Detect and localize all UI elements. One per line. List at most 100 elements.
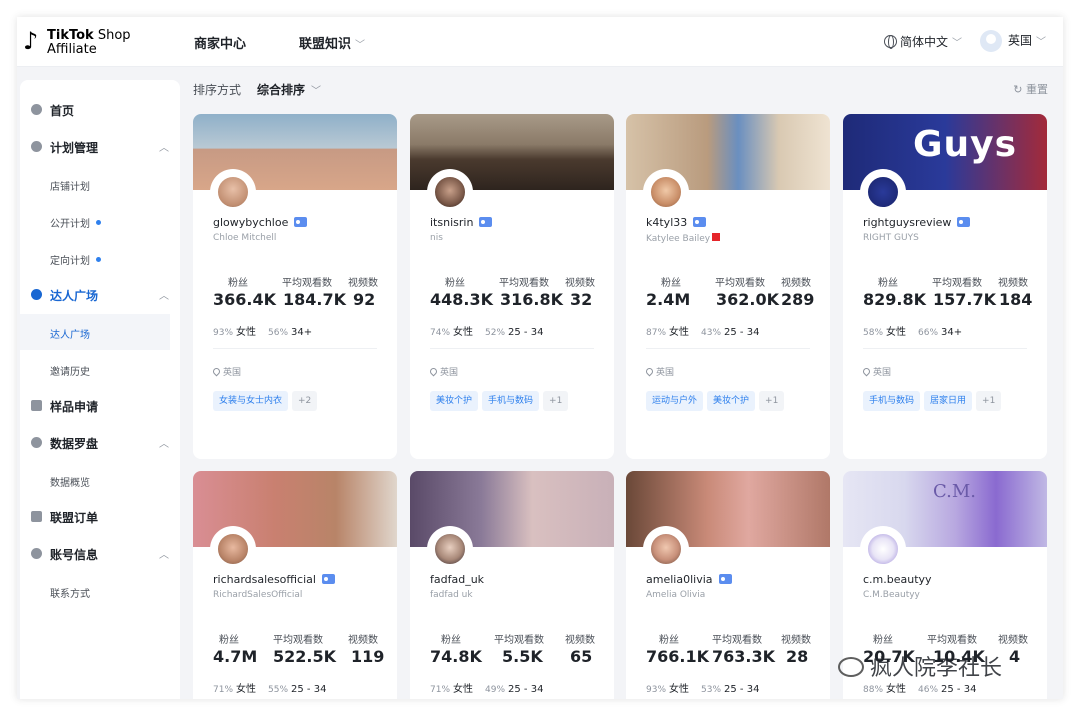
- sidebar-item-sample-request[interactable]: 样品申请: [20, 388, 180, 424]
- category-tag[interactable]: 手机与数码: [863, 391, 921, 411]
- videos-label: 视频数: [348, 635, 378, 646]
- sidebar-item-home[interactable]: 首页: [20, 92, 180, 128]
- chevron-up-icon: ︿: [159, 550, 169, 561]
- category-tag[interactable]: 居家日用: [924, 391, 973, 411]
- videos-label: 视频数: [781, 278, 811, 289]
- audience-demographics: 93% 女性 56% 34+: [213, 327, 313, 338]
- language-label: 简体中文: [900, 35, 949, 49]
- sort-dropdown[interactable]: 综合排序 ﹀: [257, 81, 321, 98]
- creator-avatar[interactable]: [432, 531, 468, 567]
- card-divider: [863, 348, 1027, 349]
- creator-username[interactable]: itsnisrin: [430, 216, 493, 229]
- sidebar-item-label: 数据概览: [50, 478, 90, 489]
- creator-card[interactable]: glowybychloe Chloe Mitchell 粉丝 平均观看数 视频数…: [193, 114, 397, 459]
- creator-profile-icon: [718, 574, 732, 584]
- avg-views-label: 平均观看数: [273, 635, 323, 646]
- order-icon: [31, 511, 42, 522]
- creator-avatar[interactable]: [648, 174, 684, 210]
- sidebar-item-shop-plan[interactable]: 店铺计划: [20, 166, 180, 202]
- sidebar-item-label: 计划管理: [50, 141, 99, 155]
- creator-location: 英国: [211, 365, 241, 378]
- creator-display-name: Katylee Bailey: [646, 233, 721, 244]
- reset-label: 重置: [1026, 83, 1048, 96]
- creator-card[interactable]: k4tyl33 Katylee Bailey 粉丝 平均观看数 视频数 2.4M…: [626, 114, 830, 459]
- creator-avatar[interactable]: [432, 174, 468, 210]
- avg-views-label: 平均观看数: [499, 278, 549, 289]
- globe-icon: [884, 35, 897, 49]
- tiktok-shop-affiliate-logo[interactable]: ♪ TikTok Shop Affiliate: [23, 26, 141, 58]
- creator-display-name: fadfad uk: [430, 590, 473, 600]
- reset-button[interactable]: ↻ 重置: [1013, 81, 1048, 97]
- sidebar-item-open-plan[interactable]: 公开计划: [20, 203, 180, 239]
- creator-card[interactable]: amelia0livia Amelia Olivia 粉丝 平均观看数 视频数 …: [626, 471, 830, 699]
- wechat-icon: [838, 657, 864, 677]
- sidebar-item-data-compass[interactable]: 数据罗盘 ︿: [20, 425, 180, 461]
- sidebar-item-targeted-plan[interactable]: 定向计划: [20, 240, 180, 276]
- sidebar-item-affiliate-orders[interactable]: 联盟订单: [20, 499, 180, 535]
- refresh-icon: ↻: [1013, 83, 1026, 96]
- creator-avatar[interactable]: [215, 531, 251, 567]
- followers-value: 74.8K: [430, 647, 482, 666]
- sidebar-item-creator-marketplace[interactable]: 达人广场 ︿: [20, 277, 180, 313]
- creator-profile-icon: [479, 217, 493, 227]
- category-tags: 手机与数码 居家日用 +1: [863, 388, 1005, 411]
- avg-views-label: 平均观看数: [932, 278, 982, 289]
- chevron-down-icon: ﹀: [1036, 36, 1047, 48]
- sidebar-item-data-overview[interactable]: 数据概览: [20, 462, 180, 498]
- location-pin-icon: [644, 366, 655, 377]
- creator-username[interactable]: k4tyl33: [646, 216, 707, 229]
- sidebar-item-label: 邀请历史: [50, 367, 90, 378]
- sort-toolbar: 排序方式 综合排序 ﹀ ↻ 重置: [193, 80, 1048, 102]
- category-tag[interactable]: 女装与女士内衣: [213, 391, 289, 411]
- sidebar-item-label: 首页: [50, 104, 75, 118]
- videos-label: 视频数: [565, 278, 595, 289]
- more-tags-badge[interactable]: +1: [976, 391, 1002, 411]
- region-label: 英国: [1008, 33, 1033, 48]
- search-people-icon: [31, 289, 42, 300]
- category-tag[interactable]: 美妆个护: [707, 391, 756, 411]
- creator-avatar[interactable]: [865, 174, 901, 210]
- nav-affiliate-knowledge[interactable]: 联盟知识 ﹀: [299, 33, 365, 52]
- more-tags-badge[interactable]: +2: [292, 391, 318, 411]
- creator-username[interactable]: c.m.beautyy: [863, 573, 932, 586]
- chevron-down-icon: ﹀: [355, 40, 366, 51]
- logo-text-shop: Shop: [97, 28, 131, 43]
- followers-label: 粉丝: [219, 635, 239, 646]
- sidebar-item-creator-marketplace-sub[interactable]: 达人广场: [20, 314, 170, 350]
- more-tags-badge[interactable]: +1: [543, 391, 569, 411]
- top-header: ♪ TikTok Shop Affiliate 商家中心 联盟知识 ﹀ 简体中文 ﹀…: [17, 17, 1063, 67]
- audience-demographics: 71% 女性 49% 25 - 34: [430, 684, 544, 695]
- sidebar-item-plan-management[interactable]: 计划管理 ︿: [20, 129, 180, 165]
- category-tag[interactable]: 手机与数码: [482, 391, 540, 411]
- notification-dot: [96, 257, 101, 262]
- creator-username[interactable]: fadfad_uk: [430, 573, 484, 586]
- creator-card[interactable]: richardsalesofficial RichardSalesOfficia…: [193, 471, 397, 699]
- creator-username[interactable]: amelia0livia: [646, 573, 732, 586]
- avg-views-value: 5.5K: [502, 647, 543, 666]
- creator-username[interactable]: rightguysreview: [863, 216, 971, 229]
- category-tag[interactable]: 美妆个护: [430, 391, 479, 411]
- avg-views-value: 763.3K: [712, 647, 776, 666]
- sidebar-item-label: 样品申请: [50, 400, 99, 414]
- nav-merchant-center[interactable]: 商家中心: [194, 33, 246, 52]
- nav-affiliate-knowledge-label: 联盟知识: [299, 37, 352, 52]
- language-selector[interactable]: 简体中文 ﹀: [884, 33, 962, 50]
- avg-views-label: 平均观看数: [712, 635, 762, 646]
- sidebar-item-invite-history[interactable]: 邀请历史: [20, 351, 180, 387]
- creator-avatar[interactable]: [865, 531, 901, 567]
- creator-display-name: RichardSalesOfficial: [213, 590, 303, 600]
- followers-value: 448.3K: [430, 290, 494, 309]
- creator-username[interactable]: glowybychloe: [213, 216, 308, 229]
- creator-card[interactable]: fadfad_uk fadfad uk 粉丝 平均观看数 视频数 74.8K 5…: [410, 471, 614, 699]
- creator-avatar[interactable]: [215, 174, 251, 210]
- creator-card[interactable]: Guys rightguysreview RIGHT GUYS 粉丝 平均观看数…: [843, 114, 1047, 459]
- category-tag[interactable]: 运动与户外: [646, 391, 704, 411]
- more-tags-badge[interactable]: +1: [759, 391, 785, 411]
- creator-card[interactable]: itsnisrin nis 粉丝 平均观看数 视频数 448.3K 316.8K…: [410, 114, 614, 459]
- sidebar-item-account-info[interactable]: 账号信息 ︿: [20, 536, 180, 572]
- sort-label: 排序方式: [193, 83, 242, 97]
- creator-username[interactable]: richardsalesofficial: [213, 573, 335, 586]
- sidebar-item-contact-info[interactable]: 联系方式: [20, 573, 180, 609]
- creator-avatar[interactable]: [648, 531, 684, 567]
- region-account-menu[interactable]: 英国 ﹀: [980, 30, 1046, 52]
